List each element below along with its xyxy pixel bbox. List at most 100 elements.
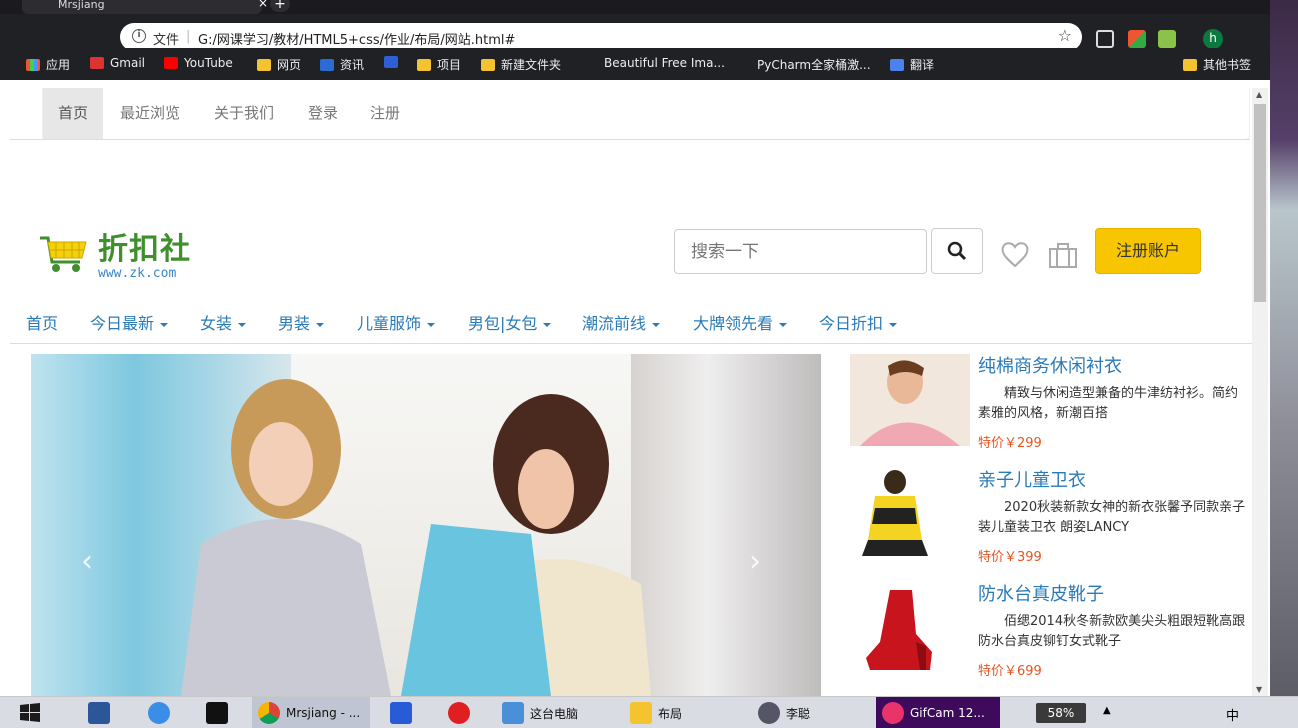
topnav-home[interactable]: 首页 [43, 88, 104, 139]
bookmark-youtube[interactable]: YouTube [164, 56, 233, 70]
bookmark-news[interactable]: 资讯 [320, 56, 364, 73]
image-carousel[interactable]: ‹ › [31, 354, 821, 696]
taskbar-chrome[interactable]: Mrsjiang - ... [252, 697, 370, 728]
show-hidden-icons-icon[interactable]: ▲ [1103, 705, 1111, 716]
caret-down-icon [779, 322, 788, 327]
page-scrollbar[interactable]: ▲ ▼ [1252, 88, 1268, 696]
extension-icon[interactable] [1096, 30, 1114, 48]
luggage-icon[interactable] [1049, 242, 1077, 268]
bookmark-apps[interactable]: 应用 [26, 56, 70, 73]
carousel-prev-icon[interactable]: ‹ [81, 544, 93, 579]
taskbar-folder[interactable]: 布局 [624, 697, 742, 728]
battery-indicator[interactable]: 58% [1036, 703, 1086, 723]
extension-icon[interactable] [1158, 30, 1176, 48]
register-account-button[interactable]: 注册账户 [1095, 228, 1201, 274]
caret-down-icon [543, 322, 552, 327]
category-trends[interactable]: 潮流前线 [582, 310, 661, 334]
taskbar-gifcam[interactable]: GifCam 12... [876, 697, 1000, 728]
taskbar-this-pc[interactable]: 这台电脑 [496, 697, 614, 728]
new-tab-button[interactable]: + [270, 0, 290, 12]
taskbar-music[interactable] [442, 697, 470, 728]
news-icon [320, 58, 334, 71]
topnav-about[interactable]: 关于我们 [199, 88, 289, 139]
taskbar-netdisk[interactable] [142, 697, 170, 728]
product-item[interactable]: 纯棉商务休闲衬衣 精致与休闲造型兼备的牛津纺衬衫。简约素雅的风格，新潮百搭 特价… [850, 354, 1250, 464]
category-discount[interactable]: 今日折扣 [819, 310, 898, 334]
product-image[interactable] [850, 468, 970, 560]
tab-close-icon[interactable]: × [258, 0, 268, 9]
bookmark-other[interactable]: 其他书签 [1183, 56, 1251, 73]
category-women[interactable]: 女装 [200, 310, 247, 334]
taskbar-webstorm[interactable] [200, 697, 228, 728]
product-name[interactable]: 亲子儿童卫衣 [978, 466, 1086, 492]
windows-taskbar: Mrsjiang - ... 这台电脑 布局 李聪 GifCam 12... 5… [0, 696, 1298, 728]
address-scheme-label: 文件 [153, 33, 180, 48]
bookmark-page[interactable]: Beautiful Free Ima... [584, 56, 725, 70]
url-text[interactable]: G:/网课学习/教材/HTML5+css/作业/布局/网站.html# [198, 29, 515, 48]
baidu-netdisk-icon [148, 702, 170, 724]
gmail-icon [90, 57, 104, 69]
bookmark-folder[interactable]: 新建文件夹 [481, 56, 561, 73]
carousel-photo [181, 379, 651, 696]
browser-tab[interactable]: Mrsjiang × [22, 0, 268, 14]
taskbar-mcafee[interactable] [384, 697, 412, 728]
category-latest[interactable]: 今日最新 [90, 310, 169, 334]
windows-start-icon [20, 703, 40, 722]
carousel-next-icon[interactable]: › [749, 544, 761, 579]
bookmark-gmail[interactable]: Gmail [90, 56, 145, 70]
category-kids[interactable]: 儿童服饰 [357, 310, 436, 334]
caret-down-icon [427, 322, 436, 327]
product-name[interactable]: 纯棉商务休闲衬衣 [978, 352, 1122, 378]
bookmark-baidu[interactable] [384, 56, 398, 68]
product-price: 特价￥299 [978, 436, 1042, 451]
ime-indicator[interactable]: 中 [1226, 705, 1239, 724]
tab-bar: Mrsjiang × + [0, 0, 1270, 14]
web-page: 首页 最近浏览 关于我们 登录 注册 折扣社 www.zk.com 注册账户 [10, 88, 1252, 696]
scroll-up-icon[interactable]: ▲ [1256, 90, 1262, 99]
baidu-icon [384, 56, 398, 68]
scroll-down-icon[interactable]: ▼ [1256, 685, 1262, 694]
taskbar-chat[interactable]: 李聪 [752, 697, 870, 728]
word-icon [88, 702, 110, 724]
category-home[interactable]: 首页 [26, 310, 58, 334]
avatar-icon [758, 702, 780, 724]
product-description: 佰缌2014秋冬新款欧美尖头粗跟短靴高跟 防水台真皮铆钉女式靴子 [978, 614, 1246, 649]
category-brands[interactable]: 大牌领先看 [693, 310, 788, 334]
apps-grid-icon [26, 58, 40, 71]
bookmark-translate[interactable]: 翻译 [890, 56, 934, 73]
product-name[interactable]: 防水台真皮靴子 [978, 580, 1104, 606]
search-button[interactable] [931, 228, 983, 274]
caret-down-icon [316, 322, 325, 327]
page-icon [737, 59, 751, 71]
product-item[interactable]: 防水台真皮靴子 佰缌2014秋冬新款欧美尖头粗跟短靴高跟 防水台真皮铆钉女式靴子… [850, 582, 1250, 692]
heart-icon[interactable] [1000, 240, 1030, 268]
product-image[interactable] [850, 582, 970, 674]
bookmark-folder[interactable]: 项目 [417, 56, 461, 73]
topnav-recent[interactable]: 最近浏览 [105, 88, 195, 139]
taskbar-word[interactable] [82, 697, 110, 728]
extension-icon[interactable] [1128, 30, 1146, 48]
profile-avatar[interactable]: h [1203, 29, 1223, 49]
bookmark-folder[interactable]: 网页 [257, 56, 301, 73]
scrollbar-thumb[interactable] [1254, 104, 1266, 302]
logo-url: www.zk.com [98, 266, 177, 281]
address-bar[interactable]: i 文件 | G:/网课学习/教材/HTML5+css/作业/布局/网站.htm… [120, 23, 1082, 51]
search-input[interactable] [674, 229, 927, 274]
folder-icon [417, 58, 431, 71]
webstorm-icon [206, 702, 228, 724]
site-logo[interactable]: 折扣社 www.zk.com [38, 224, 228, 284]
bookmark-page[interactable]: PyCharm全家桶激... [737, 56, 871, 73]
topnav-register[interactable]: 注册 [355, 88, 415, 139]
product-image[interactable] [850, 354, 970, 446]
topnav-login[interactable]: 登录 [293, 88, 353, 139]
top-navbar: 首页 最近浏览 关于我们 登录 注册 [10, 88, 1250, 140]
product-item[interactable]: 亲子儿童卫衣 2020秋装新款女神的新衣张馨予同款亲子装儿童装卫衣 朗姿LANC… [850, 468, 1250, 578]
bookmark-star-icon[interactable]: ☆ [1058, 26, 1072, 45]
caret-down-icon [160, 322, 169, 327]
start-button[interactable] [12, 697, 42, 728]
shopping-cart-icon [40, 236, 87, 272]
category-men[interactable]: 男装 [278, 310, 325, 334]
folder-icon [481, 58, 495, 71]
info-icon[interactable]: i [132, 29, 146, 43]
category-bags[interactable]: 男包|女包 [468, 310, 552, 334]
